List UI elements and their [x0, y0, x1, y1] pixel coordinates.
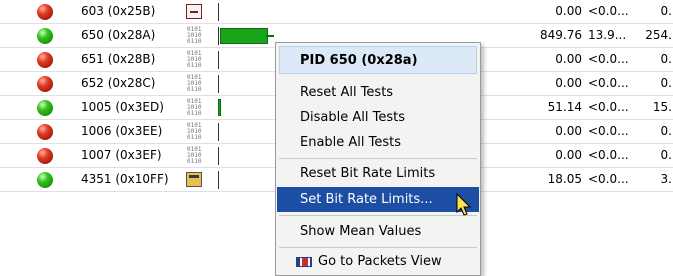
status-red-icon	[37, 52, 53, 68]
min-value: <0.0...	[588, 100, 629, 114]
pid-label: 650 (0x28A)	[81, 28, 156, 42]
pid-monitor-window: 603 (0x25B) 0.00 <0.0... 0. 650 (0x28A) …	[0, 0, 673, 276]
min-value: <0.0...	[588, 76, 629, 90]
mouse-cursor-icon	[456, 193, 472, 216]
bitrate-value: 849.76	[540, 28, 582, 42]
pid-label: 1007 (0x3EF)	[81, 148, 162, 162]
status-red-icon	[37, 148, 53, 164]
status-red-icon	[37, 4, 53, 20]
bitrate-bar	[220, 28, 268, 44]
menu-item-enable-all-tests[interactable]: Enable All Tests	[276, 130, 480, 155]
menu-separator	[279, 215, 477, 216]
binary-data-icon[interactable]: 0101 1010 0110	[187, 99, 203, 117]
status-green-icon	[37, 100, 53, 116]
binary-data-icon[interactable]: 0101 1010 0110	[187, 75, 203, 93]
menu-item-label: Go to Packets View	[318, 254, 442, 269]
menu-item-disable-all-tests[interactable]: Disable All Tests	[276, 105, 480, 130]
menu-item-set-bit-rate-limits[interactable]: Set Bit Rate Limits...	[277, 187, 479, 212]
min-value: <0.0...	[588, 148, 629, 162]
max-value: 0.	[660, 148, 672, 162]
bitrate-value: 0.00	[555, 148, 582, 162]
bitrate-value: 0.00	[555, 4, 582, 18]
binary-data-icon[interactable]: 0101 1010 0110	[187, 147, 203, 165]
bitrate-value: 0.00	[555, 76, 582, 90]
bitrate-bar-empty	[218, 171, 219, 189]
max-value: 3.	[660, 172, 672, 186]
packets-icon	[296, 256, 312, 267]
min-value: <0.0...	[588, 172, 629, 186]
bitrate-bar-empty	[218, 147, 219, 165]
bitrate-value: 0.00	[555, 124, 582, 138]
pid-label: 4351 (0x10FF)	[81, 172, 169, 186]
max-value: 15.	[652, 100, 672, 114]
pid-label: 652 (0x28C)	[81, 76, 156, 90]
bitrate-bar-empty	[218, 3, 219, 21]
binary-data-icon[interactable]: 0101 1010 0110	[187, 27, 203, 45]
bitrate-bar-tail	[266, 35, 274, 37]
status-red-icon	[37, 124, 53, 140]
min-value: 13.9...	[588, 28, 627, 42]
max-value: 0.	[660, 52, 672, 66]
bitrate-bar	[218, 99, 221, 116]
bar-start-line	[218, 27, 219, 45]
bitrate-value: 51.14	[547, 100, 582, 114]
max-value: 0.	[660, 124, 672, 138]
status-green-icon	[37, 172, 53, 188]
menu-separator	[279, 247, 477, 248]
status-green-icon	[37, 28, 53, 44]
context-menu: PID 650 (0x28a) Reset All Tests Disable …	[275, 42, 481, 276]
menu-item-reset-all-tests[interactable]: Reset All Tests	[276, 80, 480, 105]
pid-label: 1006 (0x3EE)	[81, 124, 163, 138]
min-value: <0.0...	[588, 124, 629, 138]
max-value: 254.	[645, 28, 672, 42]
binary-data-icon[interactable]: 0101 1010 0110	[187, 123, 203, 141]
table-row[interactable]: 603 (0x25B) 0.00 <0.0... 0.	[0, 0, 673, 24]
menu-item-show-mean-values[interactable]: Show Mean Values	[276, 219, 480, 244]
bitrate-value: 18.05	[547, 172, 582, 186]
menu-item-go-to-packets-view[interactable]: Go to Packets View	[276, 249, 480, 274]
max-value: 0.	[660, 76, 672, 90]
pid-label: 651 (0x28B)	[81, 52, 156, 66]
menu-header: PID 650 (0x28a)	[279, 46, 477, 74]
minimize-icon[interactable]	[186, 4, 202, 19]
max-value: 0.	[660, 4, 672, 18]
menu-separator	[279, 158, 477, 159]
min-value: <0.0...	[588, 52, 629, 66]
bitrate-bar-empty	[218, 51, 219, 69]
bitrate-value: 0.00	[555, 52, 582, 66]
min-value: <0.0...	[588, 4, 629, 18]
bitrate-bar-empty	[218, 75, 219, 93]
status-red-icon	[37, 76, 53, 92]
pid-label: 603 (0x25B)	[81, 4, 156, 18]
binary-data-icon[interactable]: 0101 1010 0110	[187, 51, 203, 69]
pid-label: 1005 (0x3ED)	[81, 100, 164, 114]
bitrate-bar-empty	[218, 123, 219, 141]
calculator-icon[interactable]	[186, 172, 202, 187]
menu-item-reset-bit-rate-limits[interactable]: Reset Bit Rate Limits	[276, 161, 480, 186]
